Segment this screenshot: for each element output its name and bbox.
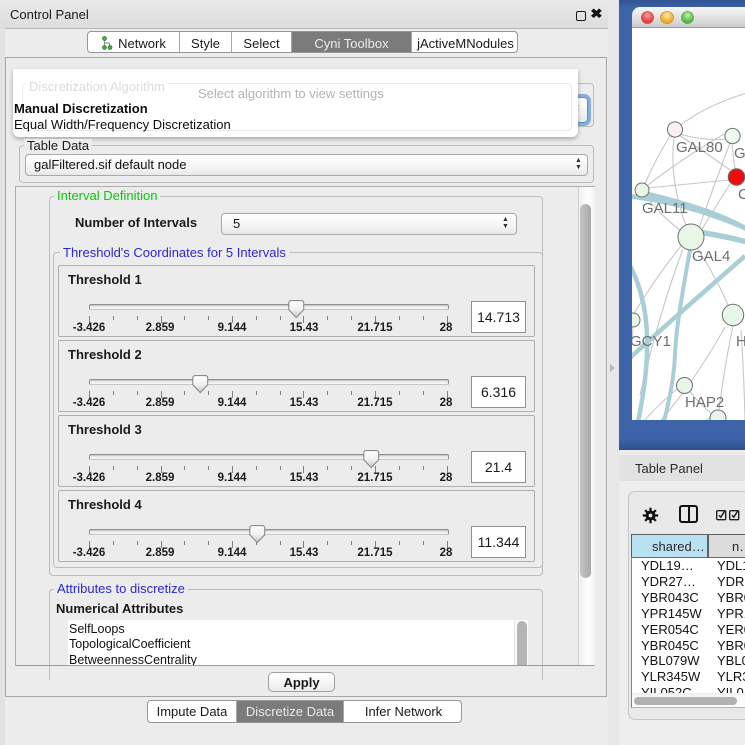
svg-text:GAL80: GAL80 bbox=[676, 139, 723, 156]
svg-text:GAL4: GAL4 bbox=[692, 248, 730, 265]
svg-text:G.: G. bbox=[734, 145, 745, 162]
svg-text:C: C bbox=[738, 186, 745, 203]
svg-text:GCY1: GCY1 bbox=[632, 333, 671, 350]
svg-text:H: H bbox=[736, 333, 745, 350]
svg-text:HAP2: HAP2 bbox=[685, 394, 724, 411]
svg-text:GAL11: GAL11 bbox=[642, 200, 688, 217]
